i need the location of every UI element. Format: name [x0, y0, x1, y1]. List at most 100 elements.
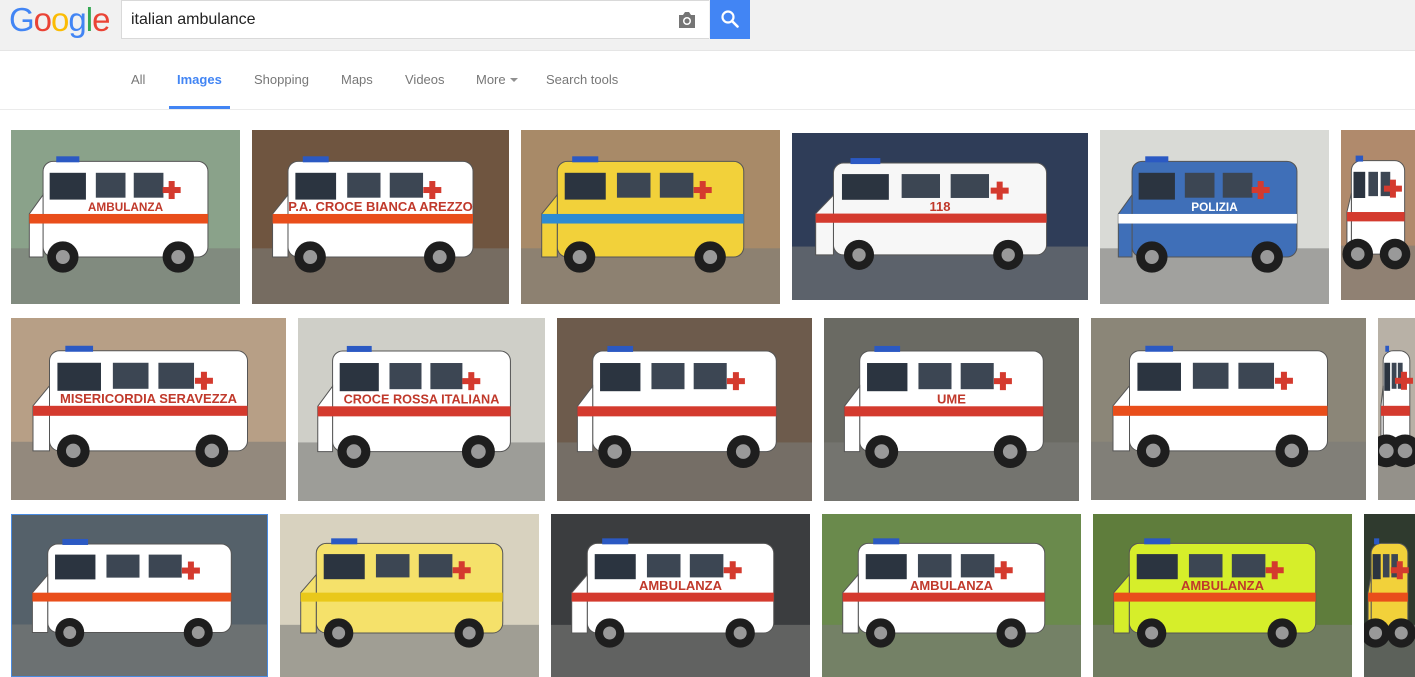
emergency-light: [331, 538, 358, 545]
image-result[interactable]: MISERICORDIA SERAVEZZA: [11, 318, 286, 500]
image-result[interactable]: [557, 318, 812, 501]
tab-all[interactable]: All: [131, 72, 145, 109]
logo-letter: o: [33, 1, 52, 38]
hubcap: [346, 444, 362, 459]
side-window: [1192, 362, 1229, 389]
red-cross-icon: [194, 377, 213, 384]
side-window: [1380, 171, 1391, 197]
tab-images[interactable]: Images: [169, 72, 230, 109]
livery-text: AMBULANZA: [639, 578, 723, 593]
ambulance-image: [521, 130, 780, 304]
livery-stripe: [571, 592, 774, 602]
emergency-light: [873, 538, 900, 545]
image-result[interactable]: AMBULANZA: [1093, 514, 1352, 677]
image-result[interactable]: [1378, 318, 1415, 500]
ambulance-image: [1091, 318, 1366, 500]
side-window: [1382, 554, 1390, 578]
red-cross-icon: [1274, 377, 1293, 384]
windshield: [1136, 554, 1178, 580]
tab-shopping[interactable]: Shopping: [254, 72, 309, 109]
hubcap: [303, 250, 318, 264]
emergency-light: [62, 538, 89, 545]
livery-stripe: [844, 406, 1044, 417]
ambulance-image: UME: [824, 318, 1079, 501]
ambulance-image: AMBULANZA: [822, 514, 1081, 677]
tab-videos[interactable]: Videos: [405, 72, 445, 109]
side-window: [1222, 172, 1253, 198]
windshield: [1372, 554, 1381, 580]
windshield: [594, 554, 636, 580]
image-result[interactable]: P.A. CROCE BIANCA AREZZO: [252, 130, 509, 304]
image-result[interactable]: [1341, 130, 1415, 300]
image-result[interactable]: UME: [824, 318, 1079, 501]
tab-more[interactable]: More: [476, 72, 518, 109]
camera-icon[interactable]: [677, 11, 697, 29]
hubcap: [1144, 250, 1159, 264]
ambulance-image: AMBULANZA: [11, 130, 240, 304]
side-window: [917, 554, 952, 578]
side-window: [616, 172, 651, 198]
image-result[interactable]: AMBULANZA: [551, 514, 810, 677]
side-window: [693, 363, 727, 390]
image-result[interactable]: 118: [792, 133, 1088, 300]
chevron-down-icon: [509, 78, 518, 82]
hubcap: [607, 444, 623, 459]
ambulance-image: [280, 514, 539, 677]
livery-text: AMBULANZA: [1181, 578, 1265, 593]
image-result[interactable]: [1091, 318, 1366, 500]
hubcap: [471, 444, 486, 459]
image-result[interactable]: [1364, 514, 1415, 677]
livery-stripe: [32, 592, 232, 602]
hubcap: [1002, 444, 1018, 459]
hubcap: [735, 444, 751, 459]
image-result[interactable]: CROCE ROSSA ITALIANA: [298, 318, 545, 501]
livery-stripe: [33, 405, 248, 416]
search-button[interactable]: [710, 0, 750, 39]
image-result[interactable]: [521, 130, 780, 304]
emergency-light: [1144, 538, 1171, 545]
livery-stripe: [1380, 405, 1410, 416]
hubcap: [1369, 626, 1383, 640]
red-cross-icon: [1383, 185, 1402, 192]
side-window: [659, 172, 694, 198]
search-input[interactable]: [131, 1, 661, 38]
livery-stripe: [1346, 212, 1405, 222]
ambulance-image: [1378, 318, 1415, 500]
hubcap: [1004, 626, 1018, 640]
hubcap: [432, 250, 447, 264]
hubcap: [703, 250, 718, 264]
hubcap: [733, 626, 747, 640]
windshield: [55, 554, 96, 580]
hubcap: [1350, 247, 1365, 261]
ambulance-image: 118: [792, 133, 1088, 300]
emergency-light: [602, 538, 629, 545]
hubcap: [852, 248, 866, 262]
side-window: [1188, 554, 1223, 578]
image-result[interactable]: POLIZIA: [1100, 130, 1329, 304]
side-window: [148, 554, 182, 578]
hubcap: [171, 250, 186, 264]
image-result[interactable]: AMBULANZA: [822, 514, 1081, 677]
livery-stripe: [1113, 592, 1316, 602]
livery-stripe: [1368, 592, 1408, 602]
emergency-light: [1145, 345, 1174, 352]
windshield: [564, 172, 606, 200]
tab-more-label: More: [476, 72, 506, 87]
hubcap: [204, 443, 220, 459]
side-window: [646, 554, 681, 578]
side-window: [689, 554, 724, 578]
logo-letter: G: [9, 1, 35, 38]
google-logo[interactable]: Google: [9, 1, 110, 38]
side-window: [418, 554, 453, 578]
image-result[interactable]: [11, 514, 268, 677]
search-tools-button[interactable]: Search tools: [546, 72, 618, 109]
image-result[interactable]: AMBULANZA: [11, 130, 240, 304]
hubcap: [1001, 248, 1015, 262]
emergency-light: [56, 156, 80, 163]
ambulance-image: AMBULANZA: [551, 514, 810, 677]
side-window: [960, 363, 994, 390]
tab-maps[interactable]: Maps: [341, 72, 373, 109]
image-result[interactable]: [280, 514, 539, 677]
hubcap: [1275, 626, 1289, 640]
livery-stripe: [300, 592, 503, 602]
